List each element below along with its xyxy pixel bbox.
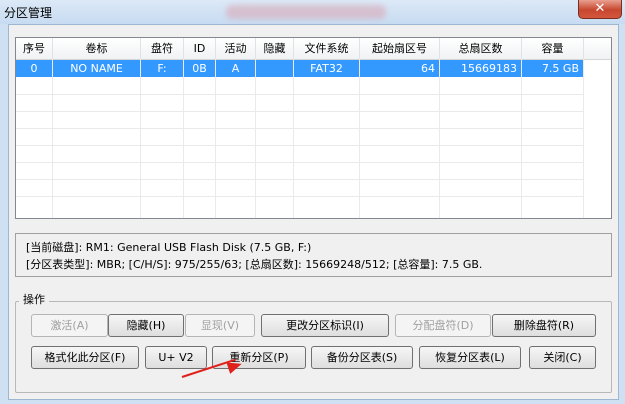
cell-id: 0B: [184, 60, 216, 77]
backup-partition-table-button[interactable]: 备份分区表(S): [311, 346, 413, 369]
close-button[interactable]: 关闭(C): [529, 346, 596, 369]
column-header-capacity[interactable]: 容量: [522, 38, 584, 59]
grid-line: [16, 179, 584, 180]
close-icon: ✕: [594, 1, 606, 16]
cell-capacity: 7.5 GB: [522, 60, 584, 77]
close-window-button[interactable]: ✕: [578, 0, 622, 19]
column-header-hidden[interactable]: 隐藏: [256, 38, 294, 59]
remove-drive-letter-button[interactable]: 删除盘符(R): [492, 314, 596, 337]
cell-index: 0: [16, 60, 53, 77]
cell-label: NO NAME: [53, 60, 141, 77]
format-partition-button[interactable]: 格式化此分区(F): [31, 346, 139, 369]
change-partition-id-button[interactable]: 更改分区标识(I): [261, 314, 389, 337]
window-title: 分区管理: [4, 6, 53, 20]
column-header-label[interactable]: 卷标: [53, 38, 141, 59]
grid-line: [16, 128, 584, 129]
cell-hidden: [256, 60, 294, 77]
blurred-title-region: [226, 5, 386, 19]
disk-info-panel: [当前磁盘]: RM1: General USB Flash Disk (7.5…: [15, 233, 612, 277]
grid-line: [16, 162, 584, 163]
cell-start-sector: 64: [360, 60, 440, 77]
activate-button[interactable]: 激活(A): [31, 314, 108, 337]
u-plus-v2-button[interactable]: U+ V2: [145, 346, 207, 369]
grid-line: [16, 94, 584, 95]
show-button[interactable]: 显现(V): [185, 314, 255, 337]
cell-drive: F:: [141, 60, 184, 77]
partition-list-header: 序号 卷标 盘符 ID 活动 隐藏 文件系统 起始扇区号 总扇区数 容量: [16, 38, 611, 60]
grid-line: [359, 59, 360, 218]
grid-line: [16, 196, 584, 197]
grid-line: [439, 59, 440, 218]
restore-partition-table-button[interactable]: 恢复分区表(L): [419, 346, 521, 369]
column-header-total-sectors[interactable]: 总扇区数: [440, 38, 522, 59]
column-header-drive[interactable]: 盘符: [141, 38, 184, 59]
column-header-active[interactable]: 活动: [216, 38, 256, 59]
dialog-body: 序号 卷标 盘符 ID 活动 隐藏 文件系统 起始扇区号 总扇区数 容量 0 N…: [8, 24, 619, 400]
cell-total-sectors: 15669183: [440, 60, 522, 77]
column-header-start-sector[interactable]: 起始扇区号: [360, 38, 440, 59]
hide-button[interactable]: 隐藏(H): [108, 314, 184, 337]
grid-line: [215, 59, 216, 218]
column-header-filesystem[interactable]: 文件系统: [294, 38, 360, 59]
grid-line: [140, 59, 141, 218]
partition-list[interactable]: 序号 卷标 盘符 ID 活动 隐藏 文件系统 起始扇区号 总扇区数 容量 0 N…: [15, 37, 612, 219]
grid-line: [52, 59, 53, 218]
partition-table-info: [分区表类型]: MBR; [C/H/S]: 975/255/63; [总扇区数…: [26, 258, 483, 271]
assign-drive-letter-button[interactable]: 分配盘符(D): [395, 314, 491, 337]
grid-line: [293, 59, 294, 218]
grid-line: [16, 111, 584, 112]
grid-line: [183, 59, 184, 218]
repartition-button[interactable]: 重新分区(P): [212, 346, 306, 369]
cell-active: A: [216, 60, 256, 77]
grid-line: [521, 59, 522, 218]
grid-line: [583, 59, 584, 218]
current-disk-info: [当前磁盘]: RM1: General USB Flash Disk (7.5…: [26, 241, 312, 254]
cell-filesystem: FAT32: [294, 60, 360, 77]
title-bar: 分区管理 ✕: [0, 0, 625, 24]
column-header-index[interactable]: 序号: [16, 38, 53, 59]
grid-line: [255, 59, 256, 218]
operations-group-title: 操作: [19, 291, 49, 307]
grid-line: [16, 145, 584, 146]
column-header-id[interactable]: ID: [184, 38, 216, 59]
